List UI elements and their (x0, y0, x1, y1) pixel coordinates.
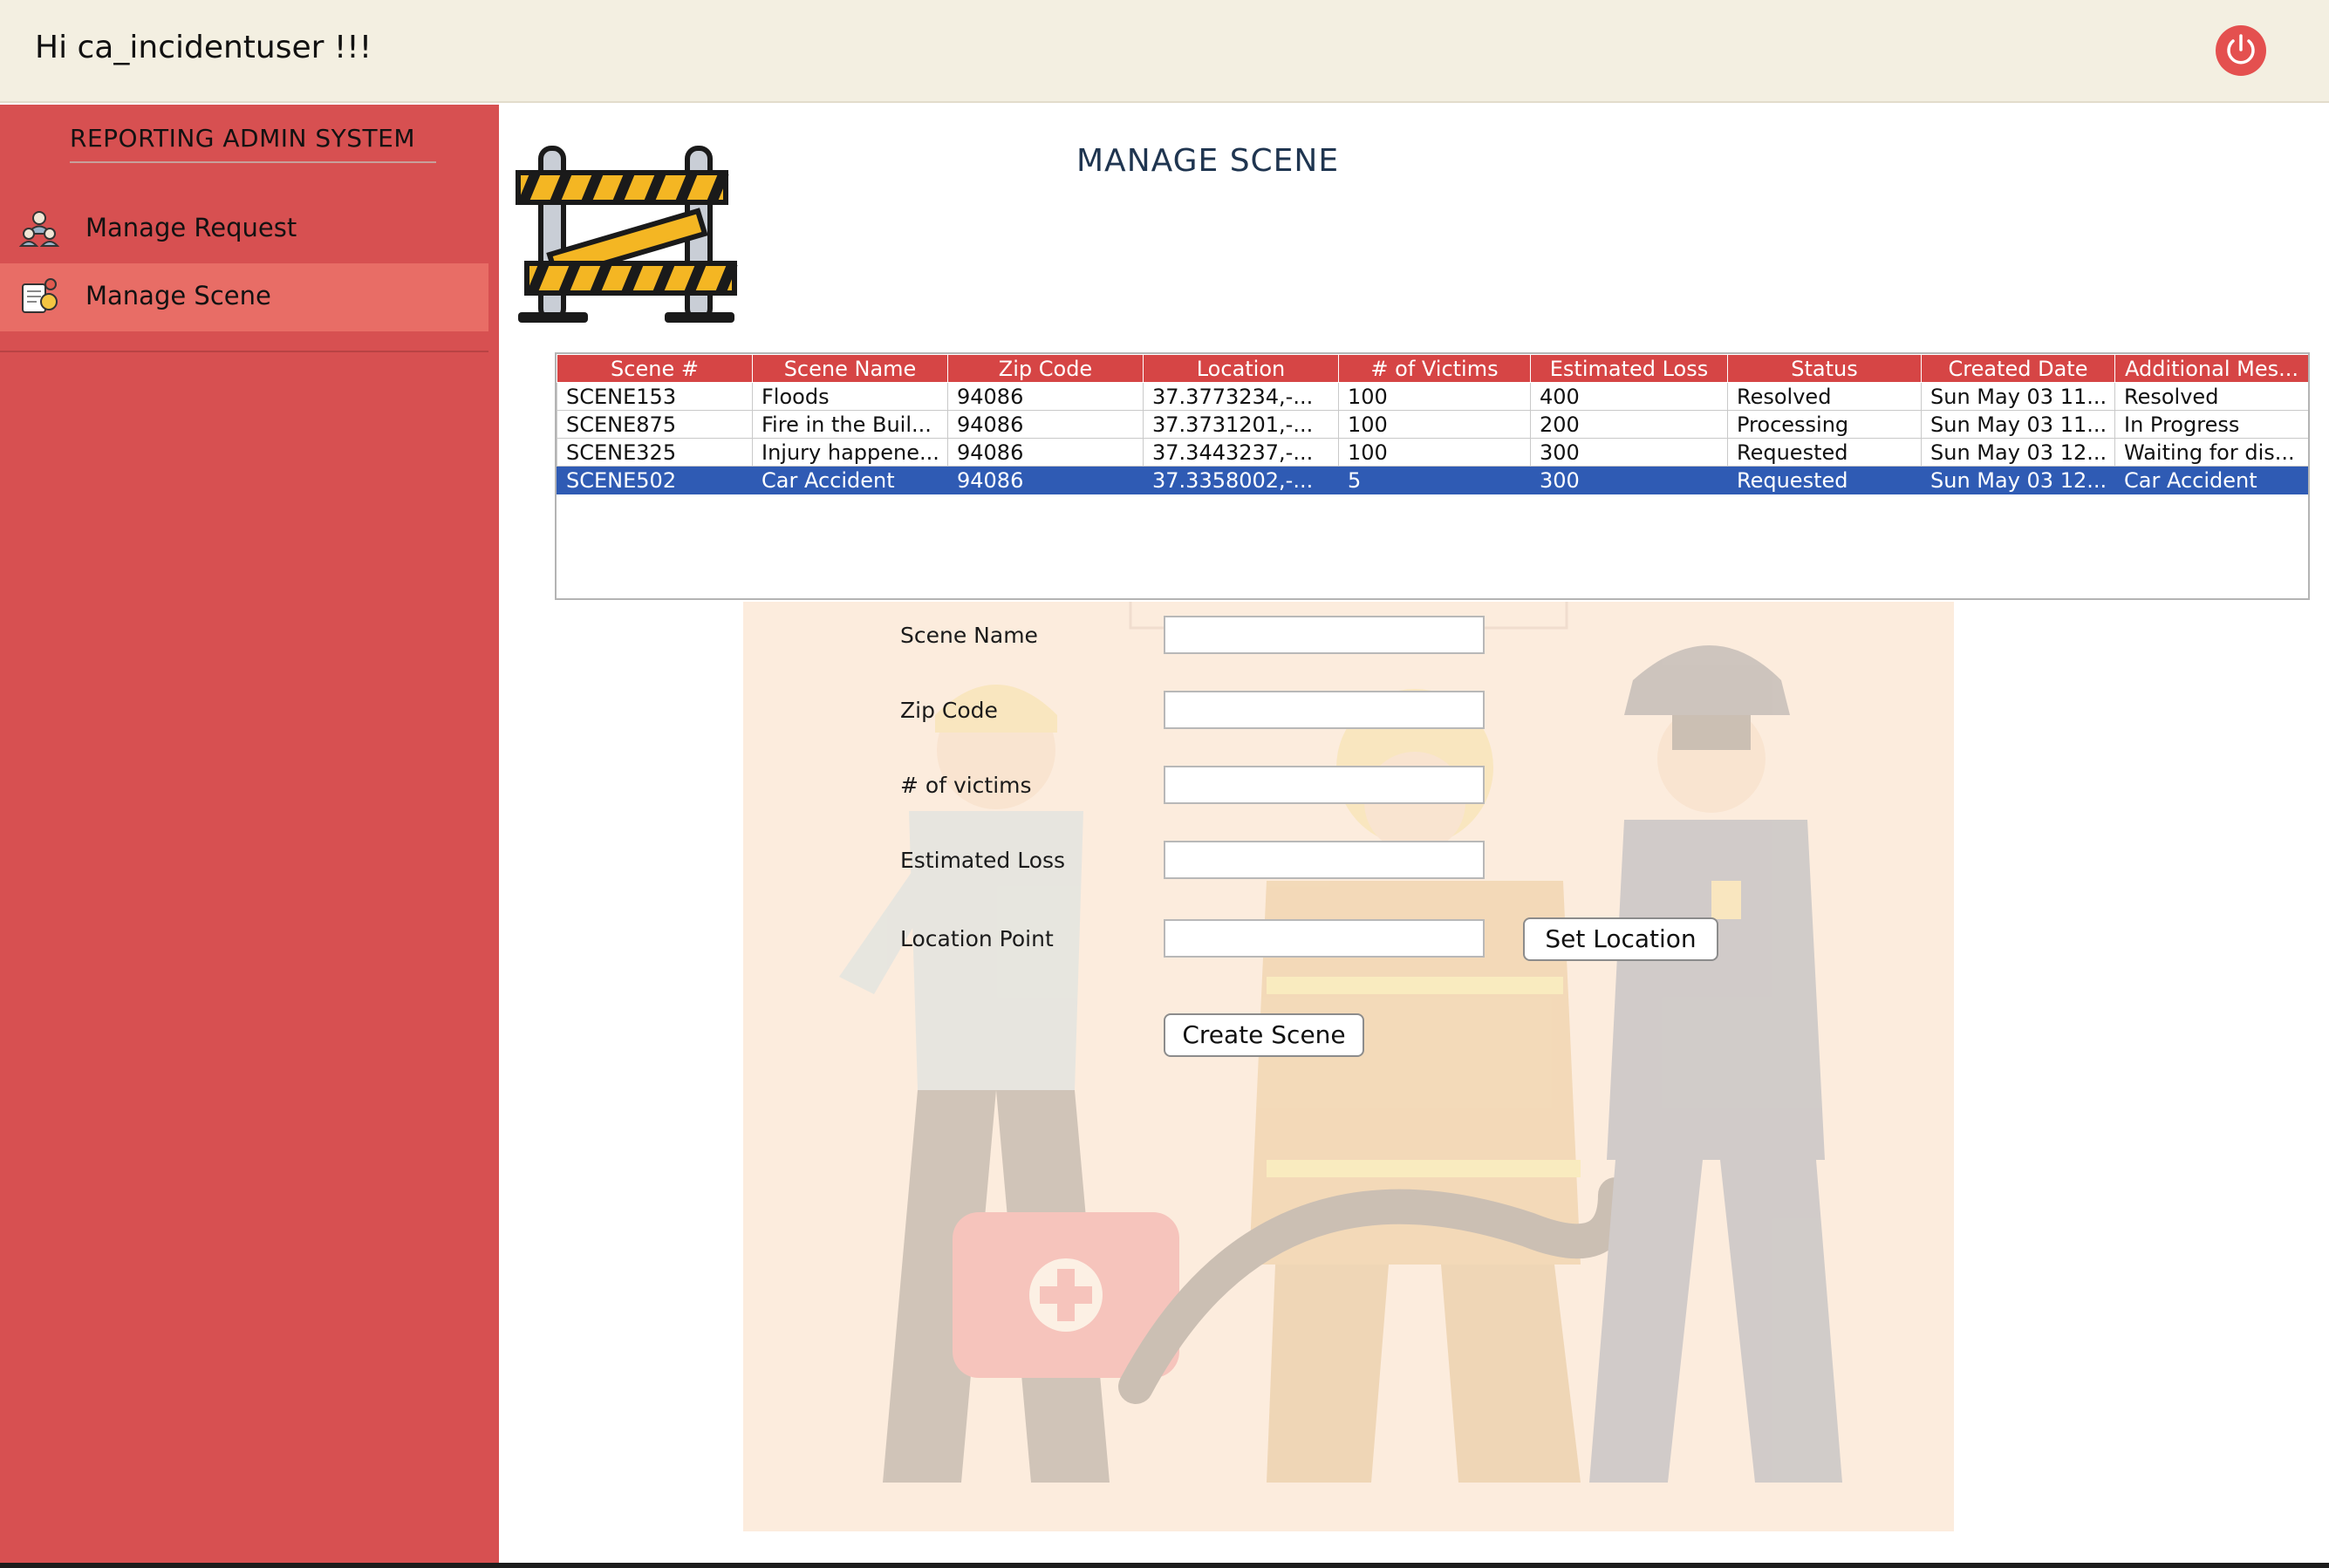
table-cell: Processing (1727, 410, 1922, 439)
table-cell: 300 (1530, 438, 1728, 467)
table-cell: Resolved (2114, 382, 2308, 411)
table-cell: 37.3731201,-... (1143, 410, 1339, 439)
sidebar: REPORTING ADMIN SYSTEM Manage Request Ma… (0, 105, 499, 1568)
scene-name-label: Scene Name (900, 623, 1038, 648)
table-cell: Resolved (1727, 382, 1922, 411)
table-cell: Sun May 03 11... (1921, 410, 2115, 439)
top-header: Hi ca_incidentuser !!! (0, 0, 2329, 103)
table-cell: Requested (1727, 466, 1922, 494)
table-row[interactable]: SCENE325 Injury happene... 94086 37.3443… (557, 438, 2308, 467)
scene-name-input[interactable] (1164, 616, 1485, 654)
table-row-selected[interactable]: SCENE502 Car Accident 94086 37.3358002,-… (557, 466, 2308, 494)
sidebar-item-label: Manage Scene (85, 281, 271, 310)
table-cell: SCENE325 (557, 438, 753, 467)
estimated-loss-input[interactable] (1164, 841, 1485, 879)
table-cell: SCENE153 (557, 382, 753, 411)
zip-code-label: Zip Code (900, 698, 998, 723)
scene-table: Scene # Scene Name Zip Code Location # o… (557, 354, 2308, 494)
table-cell: Waiting for dis... (2114, 438, 2308, 467)
people-group-icon (17, 208, 61, 251)
column-header-scene-number[interactable]: Scene # (557, 354, 753, 383)
column-header-scene-name[interactable]: Scene Name (752, 354, 948, 383)
table-cell: 5 (1338, 466, 1531, 494)
scene-table-container: Scene # Scene Name Zip Code Location # o… (555, 352, 2310, 600)
sidebar-divider (0, 351, 488, 352)
location-point-input[interactable] (1164, 919, 1485, 958)
column-header-created-date[interactable]: Created Date (1921, 354, 2115, 383)
column-header-additional-message[interactable]: Additional Mes... (2114, 354, 2308, 383)
page-title: MANAGE SCENE (1076, 143, 1340, 179)
table-cell: 94086 (947, 410, 1144, 439)
table-cell: Requested (1727, 438, 1922, 467)
create-scene-form: Scene Name Zip Code # of victims Estimat… (743, 602, 1954, 1531)
table-cell: 100 (1338, 410, 1531, 439)
table-cell: 300 (1530, 466, 1728, 494)
table-cell: 400 (1530, 382, 1728, 411)
column-header-estimated-loss[interactable]: Estimated Loss (1530, 354, 1728, 383)
table-cell: 100 (1338, 438, 1531, 467)
table-cell: 37.3773234,-... (1143, 382, 1339, 411)
set-location-button[interactable]: Set Location (1523, 917, 1718, 961)
table-cell: Fire in the Buil... (752, 410, 948, 439)
column-header-location[interactable]: Location (1143, 354, 1339, 383)
table-cell: SCENE875 (557, 410, 753, 439)
create-scene-button[interactable]: Create Scene (1164, 1013, 1364, 1057)
table-row[interactable]: SCENE153 Floods 94086 37.3773234,-... 10… (557, 382, 2308, 411)
zip-code-input[interactable] (1164, 691, 1485, 729)
table-cell: 94086 (947, 438, 1144, 467)
table-cell: 94086 (947, 466, 1144, 494)
table-cell: 200 (1530, 410, 1728, 439)
scene-doc-icon (17, 276, 61, 319)
sidebar-item-manage-scene[interactable]: Manage Scene (0, 263, 488, 331)
sidebar-item-label: Manage Request (85, 213, 297, 242)
table-cell: In Progress (2114, 410, 2308, 439)
table-cell: Car Accident (2114, 466, 2308, 494)
column-header-status[interactable]: Status (1727, 354, 1922, 383)
sidebar-item-manage-request[interactable]: Manage Request (0, 195, 488, 263)
table-cell: 100 (1338, 382, 1531, 411)
table-cell: Sun May 03 11... (1921, 382, 2115, 411)
rescue-team-illustration (839, 602, 1842, 1483)
logout-button[interactable] (2216, 25, 2266, 76)
table-cell: 37.3443237,-... (1143, 438, 1339, 467)
table-header-row: Scene # Scene Name Zip Code Location # o… (557, 354, 2308, 383)
column-header-victims[interactable]: # of Victims (1338, 354, 1531, 383)
column-header-zip-code[interactable]: Zip Code (947, 354, 1144, 383)
table-cell: Sun May 03 12... (1921, 438, 2115, 467)
table-row[interactable]: SCENE875 Fire in the Buil... 94086 37.37… (557, 410, 2308, 439)
table-cell: 37.3358002,-... (1143, 466, 1339, 494)
table-cell: Floods (752, 382, 948, 411)
victims-input[interactable] (1164, 766, 1485, 804)
victims-label: # of victims (900, 773, 1032, 798)
power-icon (2227, 34, 2255, 65)
estimated-loss-label: Estimated Loss (900, 848, 1066, 873)
table-cell: 94086 (947, 382, 1144, 411)
sidebar-title: REPORTING ADMIN SYSTEM (70, 124, 436, 163)
road-barrier-icon (516, 146, 738, 323)
table-cell: Sun May 03 12... (1921, 466, 2115, 494)
greeting-text: Hi ca_incidentuser !!! (35, 30, 372, 65)
bottom-edge (0, 1563, 2329, 1568)
table-cell: SCENE502 (557, 466, 753, 494)
location-point-label: Location Point (900, 926, 1054, 951)
table-cell: Injury happene... (752, 438, 948, 467)
table-cell: Car Accident (752, 466, 948, 494)
